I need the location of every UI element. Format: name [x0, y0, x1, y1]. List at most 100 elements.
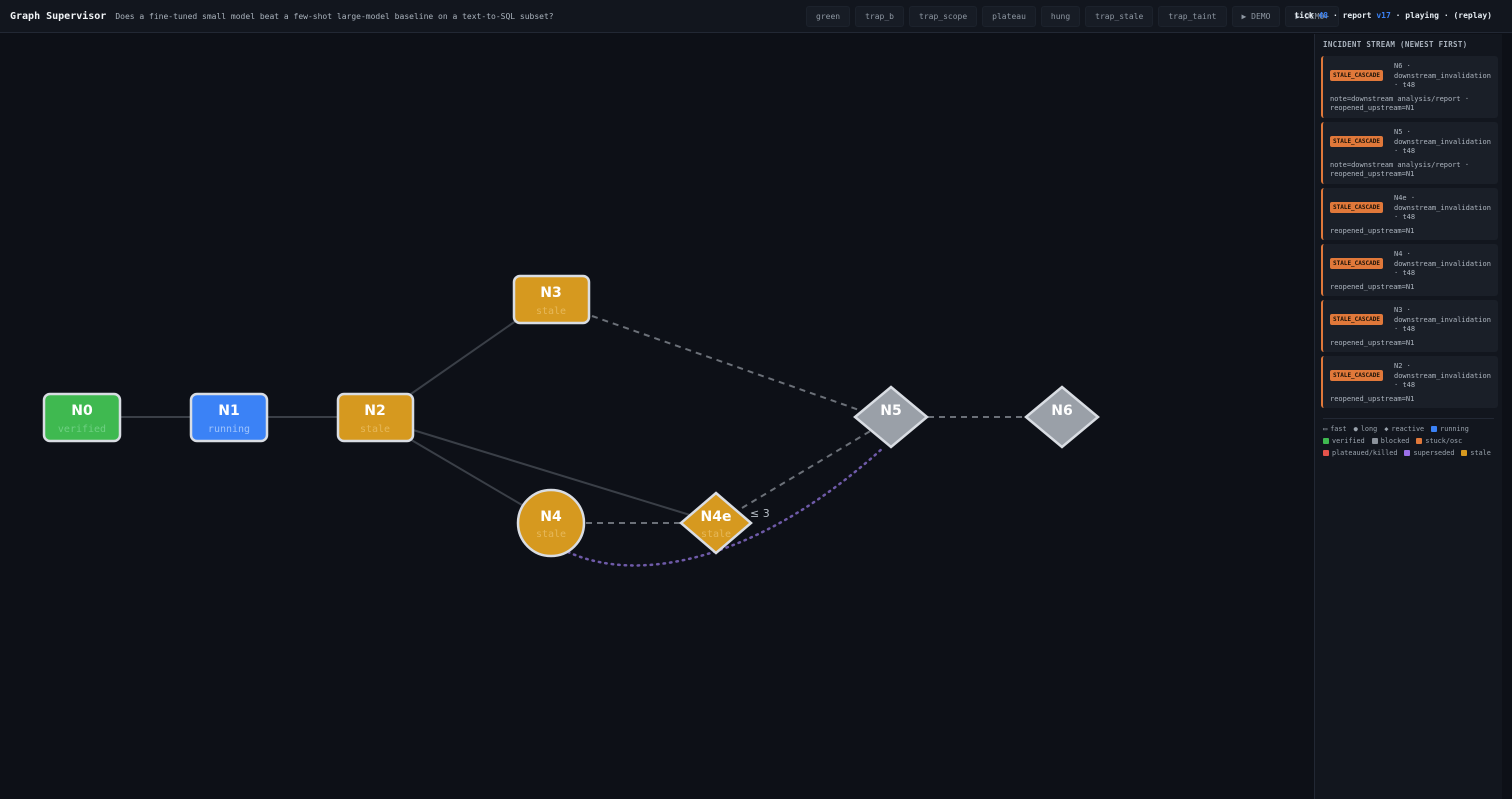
node-n1[interactable]: N1 running: [189, 392, 269, 443]
incident-card[interactable]: STALE_CASCADE N5 · downstream_invalidati…: [1321, 122, 1498, 184]
sidebar-scrollbar[interactable]: [1502, 34, 1512, 799]
rect-icon: ▭: [1323, 425, 1328, 433]
node-status: stale: [701, 529, 731, 540]
legend-item: plateaued/killed: [1323, 449, 1397, 457]
node-n0[interactable]: N0 verified: [42, 392, 122, 443]
status-separator: ·: [1332, 11, 1338, 20]
incident-badge: STALE_CASCADE: [1330, 314, 1383, 325]
legend-label: superseded: [1413, 449, 1455, 457]
play-state: playing: [1405, 11, 1439, 20]
legend-label: stuck/osc: [1425, 437, 1463, 445]
incident-sidebar: INCIDENT STREAM (NEWEST FIRST) STALE_CAS…: [1314, 34, 1502, 799]
status-separator: ·: [1395, 11, 1401, 20]
legend-item: ▭ fast: [1323, 425, 1347, 433]
incident-stream-title: INCIDENT STREAM (NEWEST FIRST): [1323, 40, 1468, 49]
node-n4e[interactable]: N4e stale ≤ 3: [679, 491, 770, 555]
node-id: N2: [364, 403, 385, 419]
incident-badge: STALE_CASCADE: [1330, 136, 1383, 147]
swatch-stale: [1461, 450, 1468, 456]
scenario-trap-scope-button[interactable]: trap_scope: [909, 6, 978, 27]
incident-note: reopened_upstream=N1: [1330, 338, 1415, 347]
incident-node: N3: [1394, 306, 1403, 314]
incident-node: N4e: [1394, 194, 1407, 202]
incident-tick: t48: [1402, 81, 1416, 89]
incident-card[interactable]: STALE_CASCADE N2 · downstream_invalidati…: [1321, 356, 1498, 408]
node-n5[interactable]: N5: [853, 385, 929, 449]
node-n2[interactable]: N2 stale: [336, 392, 415, 443]
diamond-icon: ◆: [1384, 425, 1389, 433]
incident-tick: t48: [1402, 325, 1416, 333]
legend-item: blocked: [1371, 437, 1409, 445]
edge-n3-n5: [591, 315, 863, 412]
tick-value: 48: [1318, 11, 1329, 20]
legend-item: ◆ reactive: [1384, 425, 1424, 433]
swatch-stuck: [1416, 438, 1423, 444]
incident-node: N6: [1394, 62, 1403, 70]
node-id: N1: [218, 403, 239, 419]
node-id: N6: [1051, 403, 1072, 419]
node-n6[interactable]: N6: [1024, 385, 1100, 449]
incident-note: reopened_upstream=N1: [1330, 394, 1415, 403]
incident-kind: downstream_invalidation: [1394, 137, 1491, 146]
node-id: N4: [540, 509, 562, 525]
incident-kind: downstream_invalidation: [1394, 315, 1491, 324]
scenario-trap-taint-button[interactable]: trap_taint: [1158, 6, 1227, 27]
legend-item: stuck/osc: [1416, 437, 1462, 445]
node-id: N3: [540, 285, 561, 301]
incident-card[interactable]: STALE_CASCADE N6 · downstream_invalidati…: [1321, 56, 1498, 118]
scenario-buttons: green trap_b trap_scope plateau hung tra…: [806, 6, 1340, 27]
incident-badge: STALE_CASCADE: [1330, 202, 1383, 213]
legend-item: superseded: [1404, 449, 1454, 457]
circle-icon: ●: [1353, 425, 1358, 433]
demo-button[interactable]: ▶ DEMO: [1231, 6, 1281, 27]
scenario-hung-button[interactable]: hung: [1040, 6, 1081, 27]
swatch-verified: [1323, 438, 1329, 444]
incident-badge: STALE_CASCADE: [1330, 70, 1383, 81]
swatch-plateaued: [1323, 450, 1329, 456]
legend-label: fast: [1330, 425, 1347, 433]
incident-kind: downstream_invalidation: [1394, 371, 1491, 380]
tick-label: tick: [1294, 11, 1314, 20]
report-label: report: [1342, 11, 1372, 20]
replay-mode: (replay): [1453, 11, 1492, 20]
report-version: v17: [1376, 11, 1391, 20]
scenario-green-button[interactable]: green: [806, 6, 851, 27]
incident-card[interactable]: STALE_CASCADE N4e · downstream_invalidat…: [1321, 188, 1498, 240]
incident-tick: t48: [1402, 213, 1416, 221]
incident-card[interactable]: STALE_CASCADE N3 · downstream_invalidati…: [1321, 300, 1498, 352]
scenario-plateau-button[interactable]: plateau: [982, 6, 1036, 27]
app-title: Graph Supervisor: [10, 10, 107, 22]
incident-header: N4e · downstream_invalidation · t48: [1394, 194, 1491, 221]
swatch-superseded: [1404, 450, 1411, 456]
research-question: Does a fine-tuned small model beat a few…: [115, 11, 554, 21]
node-id: N5: [880, 403, 901, 419]
node-n4[interactable]: N4 stale: [516, 488, 586, 558]
node-id: N4e: [701, 509, 732, 525]
incident-node: N2: [1394, 362, 1403, 370]
top-bar: Graph Supervisor Does a fine-tuned small…: [0, 0, 1512, 33]
node-n3[interactable]: N3 stale: [512, 274, 591, 325]
legend-label: reactive: [1391, 425, 1425, 433]
incident-tick: t48: [1402, 269, 1416, 277]
edge-n2-n4: [407, 437, 523, 506]
node-status: stale: [536, 306, 566, 317]
incident-note: reopened_upstream=N1: [1330, 282, 1415, 291]
incident-card[interactable]: STALE_CASCADE N4 · downstream_invalidati…: [1321, 244, 1498, 296]
incident-kind: downstream_invalidation: [1394, 203, 1491, 212]
scenario-trap-stale-button[interactable]: trap_stale: [1085, 6, 1154, 27]
incident-header: N3 · downstream_invalidation · t48: [1394, 306, 1491, 333]
edge-n4e-n5: [741, 429, 873, 509]
swatch-running: [1431, 426, 1438, 432]
status-separator: ·: [1443, 11, 1449, 20]
incident-node: N4: [1394, 250, 1403, 258]
legend-item: stale: [1461, 449, 1491, 457]
incident-note: note=downstream analysis/report · reopen…: [1330, 94, 1470, 113]
graph-canvas[interactable]: N0 verified N1 running N2 stale N3 stale…: [0, 34, 1313, 799]
incident-node: N5: [1394, 128, 1403, 136]
incident-tick: t48: [1402, 147, 1416, 155]
legend: ▭ fast ● long ◆ reactive running verified b…: [1323, 418, 1494, 457]
incident-header: N4 · downstream_invalidation · t48: [1394, 250, 1491, 277]
legend-label: verified: [1332, 437, 1365, 445]
graph-svg: N0 verified N1 running N2 stale N3 stale…: [42, 274, 1100, 567]
scenario-trap-b-button[interactable]: trap_b: [855, 6, 904, 27]
